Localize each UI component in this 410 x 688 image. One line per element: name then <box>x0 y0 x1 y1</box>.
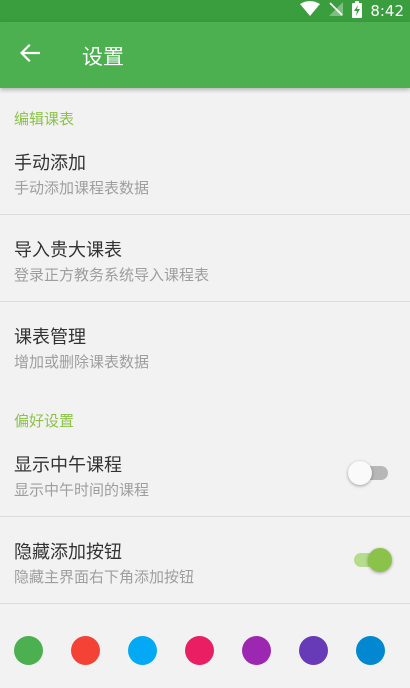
app-bar: 设置 <box>0 22 410 88</box>
item-title: 手动添加 <box>14 153 86 174</box>
item-subtitle: 隐藏主界面右下角添加按钮 <box>14 568 195 586</box>
item-title: 课表管理 <box>14 327 86 348</box>
theme-color-light-blue[interactable] <box>128 636 157 665</box>
hide-add-button-switch[interactable] <box>354 543 392 577</box>
import-timetable-item[interactable]: 导入贵大课表 登录正方教务系统导入课程表 <box>0 223 410 301</box>
item-title: 显示中午课程 <box>14 455 122 476</box>
page-title: 设置 <box>82 45 124 69</box>
show-noon-item[interactable]: 显示中午课程 显示中午时间的课程 <box>0 438 410 516</box>
section-header-edit: 编辑课表 <box>14 110 75 128</box>
item-subtitle: 手动添加课程表数据 <box>14 179 150 197</box>
manual-add-item[interactable]: 手动添加 手动添加课程表数据 <box>0 136 410 214</box>
theme-color-purple[interactable] <box>242 636 271 665</box>
item-subtitle: 增加或删除课表数据 <box>14 353 150 371</box>
status-icons: 8:42 <box>300 0 404 22</box>
divider <box>0 603 410 604</box>
status-bar: 8:42 <box>0 0 410 22</box>
show-noon-switch[interactable] <box>348 456 390 490</box>
divider <box>0 214 410 215</box>
timetable-manage-item[interactable]: 课表管理 增加或删除课表数据 <box>0 310 410 388</box>
switch-thumb <box>348 461 372 485</box>
item-subtitle: 显示中午时间的课程 <box>14 481 150 499</box>
wifi-icon <box>300 1 321 21</box>
theme-color-deep-purple[interactable] <box>299 636 328 665</box>
item-subtitle: 登录正方教务系统导入课程表 <box>14 266 210 284</box>
item-title: 隐藏添加按钮 <box>14 542 122 563</box>
back-button[interactable] <box>10 35 50 75</box>
status-time: 8:42 <box>370 2 404 20</box>
theme-color-pink[interactable] <box>185 636 214 665</box>
divider <box>0 301 410 302</box>
switch-thumb <box>368 548 392 572</box>
theme-color-picker <box>0 634 410 668</box>
theme-color-red[interactable] <box>71 636 100 665</box>
section-header-prefs: 偏好设置 <box>14 412 75 430</box>
theme-color-blue[interactable] <box>356 636 385 665</box>
hide-add-button-item[interactable]: 隐藏添加按钮 隐藏主界面右下角添加按钮 <box>0 525 410 603</box>
divider <box>0 516 410 517</box>
item-title: 导入贵大课表 <box>14 240 122 261</box>
theme-color-green[interactable] <box>14 636 43 665</box>
signal-off-icon <box>328 1 344 21</box>
arrow-back-icon <box>19 43 41 66</box>
battery-charging-icon <box>352 0 363 22</box>
